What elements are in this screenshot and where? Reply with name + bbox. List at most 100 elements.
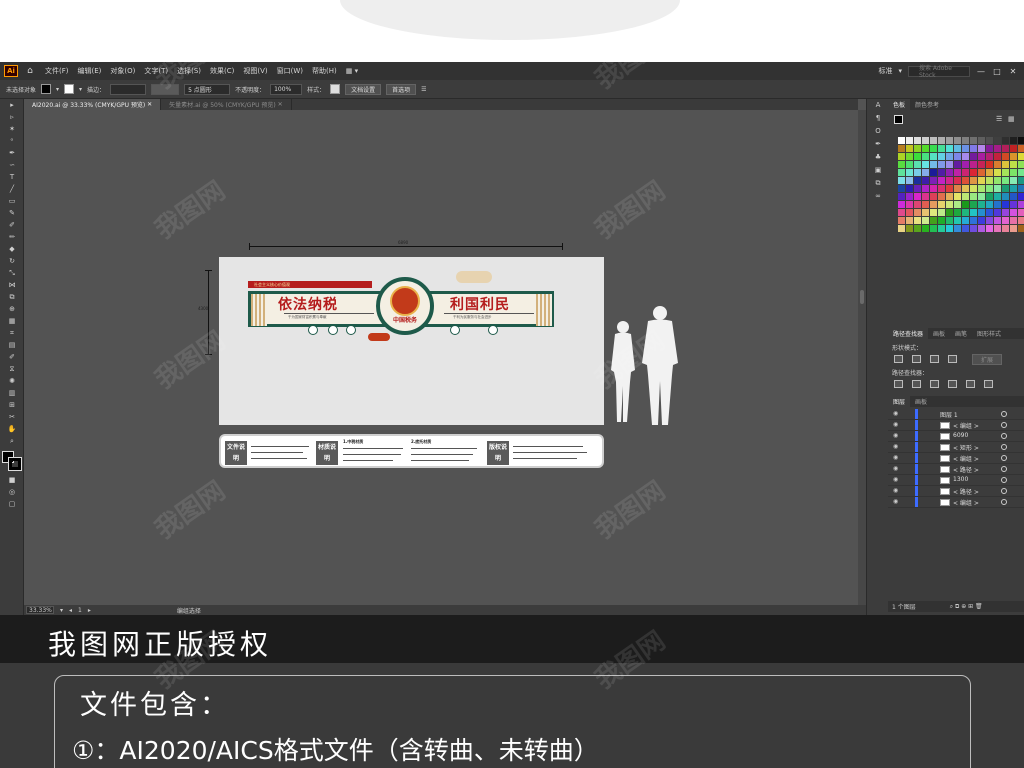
color-swatch[interactable] <box>930 177 937 184</box>
close-icon[interactable]: ✕ <box>1008 67 1018 76</box>
color-swatch[interactable] <box>930 217 937 224</box>
expand-button[interactable]: 扩展 <box>972 354 1002 365</box>
width-tool-icon[interactable]: ⋈ <box>4 280 20 291</box>
color-swatch[interactable] <box>994 225 1001 232</box>
menu-type[interactable]: 文字(T) <box>144 66 168 76</box>
layer-row[interactable]: ◉ 1300 <box>888 475 1024 486</box>
color-swatch[interactable] <box>954 145 961 152</box>
color-swatch[interactable] <box>946 177 953 184</box>
selection-tool-icon[interactable]: ▸ <box>4 100 20 111</box>
color-swatch[interactable] <box>986 169 993 176</box>
color-swatch[interactable] <box>954 209 961 216</box>
arrange-documents-icon[interactable]: ▦ ▾ <box>346 67 358 75</box>
zoom-input[interactable]: 33.33% <box>26 606 54 614</box>
color-swatch[interactable] <box>914 209 921 216</box>
color-swatch[interactable] <box>938 225 945 232</box>
menu-help[interactable]: 帮助(H) <box>312 66 337 76</box>
color-swatch[interactable] <box>946 225 953 232</box>
color-swatch[interactable] <box>906 169 913 176</box>
color-swatch[interactable] <box>898 185 905 192</box>
color-swatch[interactable] <box>898 153 905 160</box>
color-swatch[interactable] <box>978 177 985 184</box>
color-swatch[interactable] <box>1010 209 1017 216</box>
color-swatch[interactable] <box>986 201 993 208</box>
color-swatch[interactable] <box>1010 145 1017 152</box>
tab-graphic-styles[interactable]: 图形样式 <box>972 328 1006 339</box>
color-swatch[interactable] <box>970 225 977 232</box>
tab-swatches[interactable]: 色板 <box>888 99 911 110</box>
color-swatch[interactable] <box>906 201 913 208</box>
menu-object[interactable]: 对象(O) <box>110 66 135 76</box>
layer-row[interactable]: ◉ < 路径 > <box>888 486 1024 497</box>
color-swatch[interactable] <box>1018 185 1024 192</box>
color-swatch[interactable] <box>1010 185 1017 192</box>
color-swatch[interactable] <box>946 153 953 160</box>
zoom-tool-icon[interactable]: ⌕ <box>4 436 20 447</box>
color-swatch[interactable] <box>1002 209 1009 216</box>
color-swatch[interactable] <box>938 201 945 208</box>
color-swatch[interactable] <box>970 217 977 224</box>
color-swatch[interactable] <box>1010 177 1017 184</box>
perspective-grid-icon[interactable]: ▦ <box>4 316 20 327</box>
color-swatch[interactable] <box>970 193 977 200</box>
color-swatch[interactable] <box>946 161 953 168</box>
menu-view[interactable]: 视图(V) <box>243 66 267 76</box>
brushes-panel-icon[interactable]: ✒ <box>871 140 885 151</box>
divide-icon[interactable] <box>894 380 903 388</box>
color-swatch[interactable] <box>1002 169 1009 176</box>
layer-action-icons[interactable]: ⌕ ⧉ ⊕ ⊞ 🗑 <box>950 603 983 611</box>
color-swatch[interactable] <box>938 137 945 144</box>
color-swatch[interactable] <box>978 161 985 168</box>
slice-tool-icon[interactable]: ✂ <box>4 412 20 423</box>
color-swatch[interactable] <box>906 209 913 216</box>
color-swatch[interactable] <box>938 169 945 176</box>
color-swatch[interactable] <box>930 225 937 232</box>
color-swatch[interactable] <box>986 185 993 192</box>
opentype-panel-icon[interactable]: O <box>871 127 885 138</box>
style-swatch[interactable] <box>330 84 341 94</box>
minus-back-icon[interactable] <box>984 380 993 388</box>
color-swatch[interactable] <box>898 193 905 200</box>
color-swatch[interactable] <box>962 153 969 160</box>
menu-select[interactable]: 选择(S) <box>177 66 201 76</box>
color-swatch[interactable] <box>978 217 985 224</box>
draw-mode-icon[interactable]: ◎ <box>4 487 20 498</box>
color-swatch[interactable] <box>986 193 993 200</box>
layer-target-icon[interactable] <box>1001 422 1007 428</box>
color-swatch[interactable] <box>986 153 993 160</box>
color-swatch[interactable] <box>922 153 929 160</box>
visibility-eye-icon[interactable]: ◉ <box>893 498 898 505</box>
color-swatch[interactable] <box>946 169 953 176</box>
color-swatch[interactable] <box>914 193 921 200</box>
color-swatch[interactable] <box>1018 193 1024 200</box>
swatch-fill-preview[interactable] <box>894 115 903 124</box>
color-swatch[interactable] <box>906 161 913 168</box>
color-swatch[interactable] <box>986 209 993 216</box>
layer-row[interactable]: ◉ 6090 <box>888 431 1024 442</box>
color-swatch[interactable] <box>1002 185 1009 192</box>
color-swatch[interactable] <box>954 185 961 192</box>
menu-file[interactable]: 文件(F) <box>45 66 69 76</box>
color-swatch[interactable] <box>946 145 953 152</box>
color-swatch[interactable] <box>938 209 945 216</box>
color-swatch[interactable] <box>914 217 921 224</box>
crop-icon[interactable] <box>948 380 957 388</box>
brush-selector[interactable]: 5 点圆形 <box>184 83 231 95</box>
pencil-icon[interactable]: ✏ <box>4 232 20 243</box>
color-swatch[interactable] <box>946 217 953 224</box>
layer-target-icon[interactable] <box>1001 466 1007 472</box>
eyedropper-icon[interactable]: ✐ <box>4 352 20 363</box>
color-swatch[interactable] <box>922 185 929 192</box>
color-swatch[interactable] <box>946 137 953 144</box>
color-swatch[interactable] <box>1002 137 1009 144</box>
color-swatch[interactable] <box>906 193 913 200</box>
color-swatch[interactable] <box>1010 225 1017 232</box>
color-swatch[interactable] <box>898 145 905 152</box>
transform-panel-icon[interactable]: ⧉ <box>871 179 885 190</box>
layer-target-icon[interactable] <box>1001 455 1007 461</box>
color-swatch[interactable] <box>922 169 929 176</box>
color-swatch[interactable] <box>970 177 977 184</box>
color-swatch[interactable] <box>962 209 969 216</box>
layer-row-top[interactable]: ◉ 图层 1 <box>888 409 1024 420</box>
color-swatch[interactable] <box>1010 193 1017 200</box>
